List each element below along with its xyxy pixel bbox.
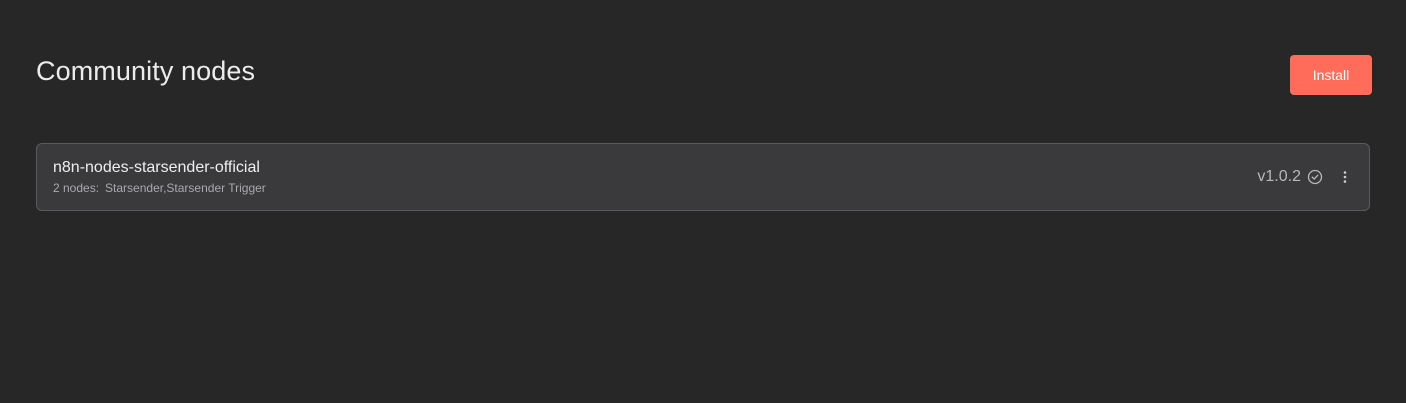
node-names: Starsender,Starsender Trigger xyxy=(105,181,266,195)
page-title: Community nodes xyxy=(36,56,256,86)
package-name: n8n-nodes-starsender-official xyxy=(53,159,260,176)
check-circle-icon xyxy=(1307,169,1323,185)
page-header: Community nodes Install xyxy=(36,55,1372,95)
vertical-dots-icon[interactable] xyxy=(1337,169,1353,185)
community-nodes-page: Community nodes Install n8n-nodes-starse… xyxy=(0,0,1406,403)
package-nodes-line: 2 nodes: Starsender,Starsender Trigger xyxy=(53,180,266,196)
package-card: n8n-nodes-starsender-official 2 nodes: St… xyxy=(36,143,1370,211)
install-button[interactable]: Install xyxy=(1290,55,1372,95)
package-version: v1.0.2 xyxy=(1257,168,1301,185)
package-actions: v1.0.2 xyxy=(1257,168,1353,186)
package-info: n8n-nodes-starsender-official 2 nodes: St… xyxy=(53,158,266,196)
node-count: 2 nodes: xyxy=(53,181,100,195)
